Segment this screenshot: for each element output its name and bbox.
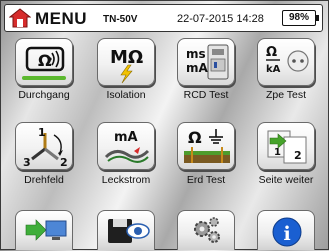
tile-label-leckstrom: Leckstrom: [101, 174, 151, 186]
erd-test-button[interactable]: Ω: [177, 122, 235, 170]
datetime: 22-07-2015 14:28: [177, 13, 264, 25]
tile-label-isolation: Isolation: [106, 89, 146, 101]
next-page-icon: 1 2: [267, 130, 307, 164]
zpe-symbol-ohm: Ω: [266, 45, 277, 60]
info-icon: i: [272, 217, 302, 247]
phase-rotation-icon: 1 2 3: [23, 126, 68, 169]
phase-3: 3: [23, 156, 31, 169]
insulation-symbol: MΩ: [110, 47, 143, 68]
zpe-test-button[interactable]: Ω kA: [257, 38, 315, 86]
battery-indicator: 98%: [282, 10, 319, 26]
insulation-icon: MΩ: [110, 47, 143, 84]
status-header: MENU TN-50V 22-07-2015 14:28 98%: [4, 4, 323, 32]
tile-label-zpe-test: Zpe Test: [265, 89, 307, 101]
zpe-test-icon: Ω kA: [266, 45, 309, 75]
home-icon[interactable]: [9, 8, 31, 28]
earth-symbol: Ω: [188, 128, 202, 147]
seite-weiter-button[interactable]: 1 2: [257, 122, 315, 170]
zpe-symbol-ka: kA: [266, 64, 281, 75]
earth-test-icon: Ω: [184, 128, 230, 163]
rcd-symbol-ms: ms: [186, 47, 206, 61]
info-glyph: i: [284, 223, 291, 245]
tile-label-durchgang: Durchgang: [18, 89, 70, 101]
phase-1: 1: [38, 126, 46, 139]
tile-label-seite-weiter: Seite weiter: [258, 174, 314, 186]
leakage-symbol: mA: [114, 130, 138, 145]
page-number-2: 2: [294, 149, 302, 162]
drehfeld-button[interactable]: 1 2 3: [15, 122, 73, 170]
settings-button[interactable]: [177, 210, 235, 250]
data-transfer-icon: [25, 219, 67, 241]
green-bar: [22, 76, 66, 80]
model-name: TN-50V: [103, 14, 138, 25]
durchgang-button[interactable]: Ω: [15, 38, 73, 86]
rcd-symbol-ma: mA: [186, 61, 209, 75]
settings-gears-icon: [194, 217, 220, 243]
leckstrom-button[interactable]: mA: [97, 122, 155, 170]
tile-label-erd-test: Erd Test: [186, 174, 226, 186]
leakage-current-icon: mA: [104, 130, 150, 163]
page-title: MENU: [35, 9, 88, 28]
rcd-test-button[interactable]: ms mA: [177, 38, 235, 86]
tile-label-rcd-test: RCD Test: [183, 89, 229, 101]
phase-2: 2: [60, 156, 68, 169]
data-transfer-button[interactable]: [15, 210, 73, 250]
rcd-test-icon: ms mA: [186, 44, 229, 80]
tile-label-drehfeld: Drehfeld: [24, 174, 64, 186]
isolation-button[interactable]: MΩ: [97, 38, 155, 86]
page-number-1: 1: [274, 147, 281, 158]
memory-view-icon: [108, 219, 150, 243]
info-button[interactable]: i: [257, 210, 315, 250]
memory-view-button[interactable]: [97, 210, 155, 250]
